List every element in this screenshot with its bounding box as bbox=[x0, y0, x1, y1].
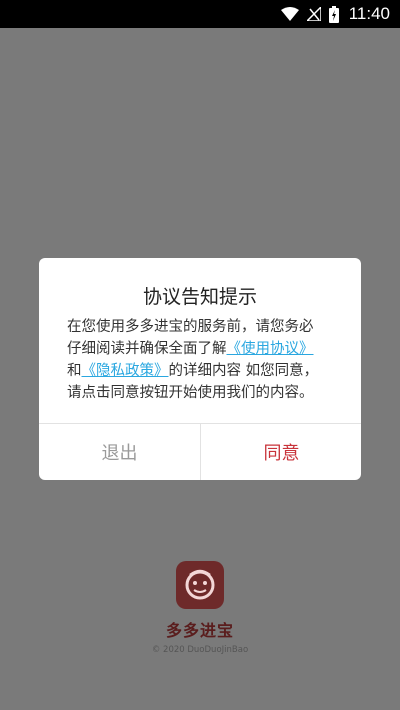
dialog-title: 协议告知提示 bbox=[142, 286, 257, 308]
terms-link[interactable]: 《使用协议》 bbox=[227, 341, 314, 357]
dialog-body: 在您使用多多进宝的服务前，请您务必 仔细阅读并确保全面了解《使用协议》 和《隐私… bbox=[67, 316, 337, 404]
body-line-3-prefix: 和 bbox=[67, 363, 82, 379]
copyright-text: © 2020 DuoDuoJinBao bbox=[151, 645, 249, 655]
app-logo-icon bbox=[176, 561, 224, 609]
privacy-link[interactable]: 《隐私政策》 bbox=[82, 363, 169, 379]
wifi-icon bbox=[280, 7, 299, 21]
body-line-4: 请点击同意按钮开始使用我们的内容。 bbox=[67, 385, 314, 401]
body-line-2: 仔细阅读并确保全面了解《使用协议》 bbox=[67, 338, 337, 360]
app-name: 多多进宝 bbox=[165, 621, 234, 640]
agree-button[interactable]: 同意 bbox=[201, 424, 361, 480]
agreement-dialog: 协议告知提示 在您使用多多进宝的服务前，请您务必 仔细阅读并确保全面了解《使用协… bbox=[39, 258, 361, 480]
battery-charging-icon bbox=[328, 5, 339, 23]
signal-icon bbox=[306, 7, 321, 21]
body-line-2-text: 仔细阅读并确保全面了解 bbox=[67, 341, 227, 357]
status-bar: 11:40 bbox=[0, 0, 400, 28]
exit-button[interactable]: 退出 bbox=[39, 424, 200, 480]
status-time: 11:40 bbox=[348, 4, 390, 23]
body-line-3: 和《隐私政策》的详细内容 如您同意， bbox=[67, 360, 337, 382]
body-line-1: 在您使用多多进宝的服务前，请您务必 bbox=[67, 319, 314, 335]
body-line-3-suffix: 的详细内容 如您同意， bbox=[168, 363, 319, 379]
